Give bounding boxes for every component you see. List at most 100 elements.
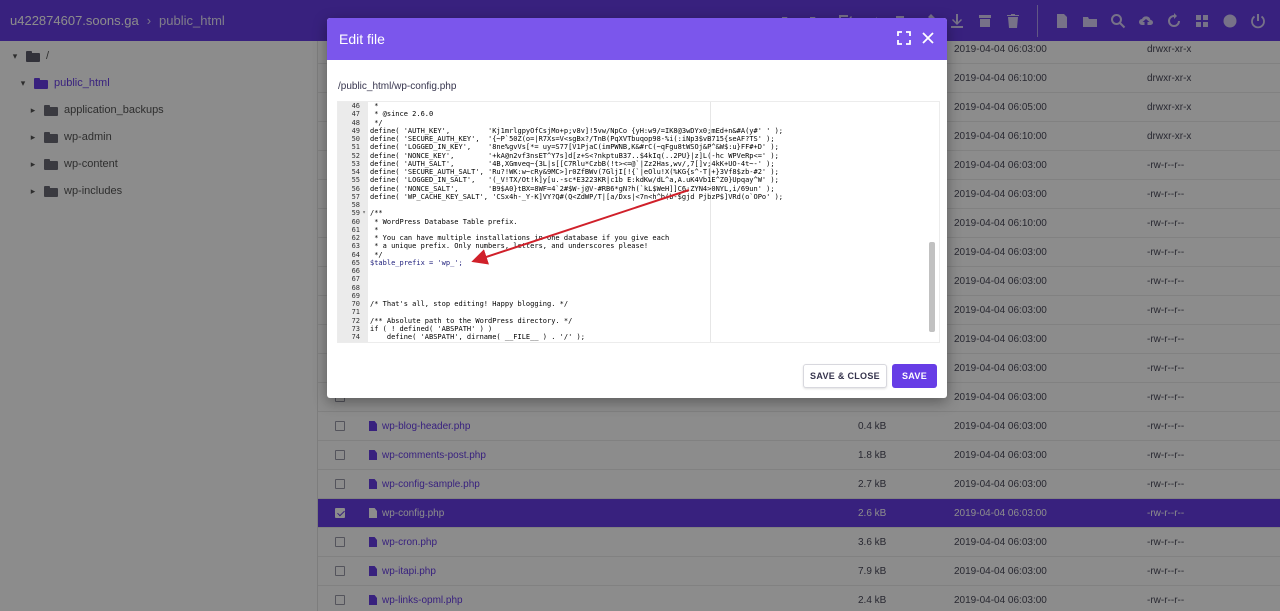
code-line: 71	[338, 308, 783, 316]
code-line: 63 * a unique prefix. Only numbers, lett…	[338, 242, 783, 250]
code-text: define( 'WP_CACHE_KEY_SALT', 'CSx4h-_Y-K…	[370, 192, 784, 201]
code-editor[interactable]: 46 * 47 * @since 2.6.0 48 */49 define( 'AUT…	[337, 101, 940, 343]
code-content[interactable]: 46 * 47 * @since 2.6.0 48 */49 define( 'AUT…	[338, 102, 783, 341]
code-line: 64 */	[338, 251, 783, 259]
code-text: $table_prefix = 'wp_';	[370, 258, 463, 267]
save-button[interactable]: SAVE	[892, 364, 937, 388]
code-line: 46 *	[338, 102, 783, 110]
code-text: define( 'AUTH_KEY', 'Kj1mrlgpyOfCsjMo+p;…	[370, 126, 784, 135]
fullscreen-icon[interactable]	[897, 31, 911, 48]
code-text: define( 'ABSPATH', dirname( __FILE__ ) .…	[370, 333, 585, 341]
code-line: 47 * @since 2.6.0	[338, 110, 783, 118]
line-number: 58	[351, 201, 360, 209]
code-text: /** Absolute path to the WordPress direc…	[370, 316, 573, 325]
line-number: 60	[351, 217, 360, 226]
line-number: 49	[351, 126, 360, 135]
code-text: define( 'LOGGED_IN_SALT', '(_V!TX/Ot!k]y…	[370, 176, 779, 185]
code-text: define( 'AUTH_SALT', '4B,XGmveq~{3L|s[[C…	[370, 159, 775, 168]
code-line: 68	[338, 284, 783, 292]
line-number: 69	[351, 291, 360, 300]
code-line: 48 */	[338, 119, 783, 127]
code-line: 67	[338, 275, 783, 283]
line-number: 72	[351, 316, 360, 325]
line-number: 59	[351, 209, 360, 218]
code-text: define( 'NONCE_KEY', '+kA@n2vf3nsET^Y7s]…	[370, 151, 779, 160]
code-line: 66	[338, 267, 783, 275]
line-number: 48	[351, 118, 360, 127]
code-line: 65 $table_prefix = 'wp_';	[338, 259, 783, 267]
code-line: 53 define( 'AUTH_SALT', '4B,XGmveq~{3L|s[…	[338, 160, 783, 168]
code-text: /* That's all, stop editing! Happy blogg…	[370, 300, 569, 308]
code-text: *	[370, 225, 379, 234]
code-line: 55 define( 'LOGGED_IN_SALT', '(_V!TX/Ot!k…	[338, 176, 783, 184]
code-line: 50 define( 'SECURE_AUTH_KEY', '{~P`50Z(o=…	[338, 135, 783, 143]
save-and-close-button[interactable]: SAVE & CLOSE	[803, 364, 887, 388]
line-number: 71	[351, 308, 360, 317]
code-line: 49 define( 'AUTH_KEY', 'Kj1mrlgpyOfCsjMo+…	[338, 127, 783, 135]
line-number: 65	[351, 258, 360, 267]
modal-title: Edit file	[339, 31, 385, 47]
code-line: 61 *	[338, 226, 783, 234]
code-line: 72 /** Absolute path to the WordPress dir…	[338, 317, 783, 325]
line-number: 74	[351, 333, 360, 341]
line-number: 63	[351, 242, 360, 251]
editor-scrollbar-thumb[interactable]	[929, 242, 935, 332]
code-text: */	[370, 118, 383, 127]
line-number: 50	[351, 135, 360, 143]
line-number: 61	[351, 225, 360, 234]
close-icon[interactable]	[921, 31, 935, 48]
line-number: 52	[351, 151, 360, 160]
line-number: 67	[351, 275, 360, 284]
code-line: 58	[338, 201, 783, 209]
line-number: 47	[351, 110, 360, 119]
code-line: 57 define( 'WP_CACHE_KEY_SALT', 'CSx4h-_Y…	[338, 193, 783, 201]
line-number: 57	[351, 192, 360, 201]
modal-header: Edit file	[327, 18, 947, 60]
code-text: * a unique prefix. Only numbers, letters…	[370, 242, 649, 251]
code-text: /**	[370, 209, 383, 218]
code-line: 62 * You can have multiple installations…	[338, 234, 783, 242]
edit-file-modal: Edit file /public_html/wp-config.php 46 …	[327, 18, 947, 398]
line-number: 53	[351, 159, 360, 168]
line-number: 54	[351, 168, 360, 176]
fold-arrow-icon[interactable]: ▾	[360, 209, 368, 217]
code-text: */	[370, 250, 383, 259]
code-line: 74 define( 'ABSPATH', dirname( __FILE__ …	[338, 333, 783, 341]
file-path: /public_html/wp-config.php	[338, 81, 457, 92]
code-text: *	[370, 102, 379, 110]
code-text: * @since 2.6.0	[370, 110, 434, 119]
line-number: 70	[351, 300, 360, 308]
line-number: 46	[351, 102, 360, 110]
code-line: 51 define( 'LOGGED_IN_KEY', '8ne%gvVs[*= …	[338, 143, 783, 151]
line-number: 62	[351, 234, 360, 242]
line-number: 68	[351, 283, 360, 292]
line-number: 51	[351, 143, 360, 152]
code-text: define( 'SECURE_AUTH_SALT', 'Ru?!WK:w~cR…	[370, 168, 779, 176]
code-line: 70 /* That's all, stop editing! Happy blo…	[338, 300, 783, 308]
code-line: 54 define( 'SECURE_AUTH_SALT', 'Ru?!WK:w~…	[338, 168, 783, 176]
